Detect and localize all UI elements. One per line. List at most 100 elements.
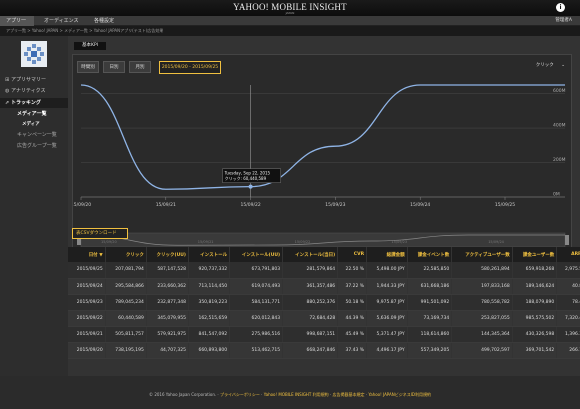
navigator-label: 15/09/23 [391,240,407,244]
sidebar: ⊞ アプリサマリー ◍ アナリティクス ⇗ トラッキング メディア一覧 メディア キャ… [0,36,68,376]
sidebar-item-campaign-list[interactable]: キャンペーン一覧 [0,131,68,140]
column-header[interactable]: 総課金額 [366,247,408,262]
copyright: © 2016 Yahoo Japan Corporation. [149,392,217,397]
table-cell: 50.18 % [337,294,368,311]
table-cell: 5,498.00 JPY [366,262,408,279]
table-cell: 361,357,486 [282,278,339,295]
table-cell: 659,918,268 [512,262,558,279]
ad-rules-link[interactable]: 広告掲載基本規定 [332,392,364,397]
x-tick-label: 15/09/25 [495,202,515,208]
sidebar-item-media-list[interactable]: メディア一覧 [0,110,68,119]
tab-settings[interactable]: 各種設定 [88,16,120,26]
table-cell: 60,440,589 [105,310,147,327]
table-row: 2015/09/21 505,811,757 579,921,975 841,547,… [68,326,580,343]
table-cell: 9,975.87 JPY [366,294,408,311]
table-header-row: 日付 ▼ クリック クリック(UU) インストール インストール(UU) インストール(当… [68,247,580,262]
table-cell: 789,045,234 [105,294,147,311]
table-cell: 345,079,955 [146,310,189,327]
column-header[interactable]: ARPU [556,247,580,262]
column-header[interactable]: 課金ユーザー数 [512,247,558,262]
table-cell: 295,584,866 [105,278,147,295]
navigator-right-handle [565,235,569,245]
navigator-label: 15/09/21 [198,240,214,244]
column-header[interactable]: インストール(当日) [282,247,339,262]
kpi-table-wrap: 日付 ▼ クリック クリック(UU) インストール インストール(UU) インストール(当… [68,247,580,367]
table-cell: 4,496.17 JPY [366,342,408,359]
table-cell: 253,827,055 [451,310,513,327]
column-header[interactable]: 課金イベント数 [407,247,453,262]
date-range-picker[interactable]: 2015/09/20 - 2015/09/25 [159,61,221,74]
tab-app-list[interactable]: アプリ一覧 [0,16,34,34]
panel-title: 基本KPI [74,42,106,50]
privacy-link[interactable]: プライバシーポリシー [220,392,260,397]
column-header[interactable]: クリック(UU) [146,247,189,262]
table-cell: 40.82 [556,278,580,295]
app-logo [21,41,47,67]
table-cell: 37.22 % [337,278,368,295]
x-tick-label: 15/09/24 [410,202,430,208]
table-cell: 2015/09/22 [68,310,106,327]
sidebar-item-app-summary[interactable]: ⊞ アプリサマリー [0,76,68,85]
monthly-button[interactable]: 月別 [129,61,151,73]
top-bar: YAHOO! MOBILE INSIGHT JAPAN i [0,0,580,16]
table-cell: 557,349,205 [407,342,453,359]
table-cell: 619,074,493 [229,278,284,295]
info-icon[interactable]: i [556,3,565,12]
business-id-link[interactable]: Yahoo! JAPANビジネスID利用規約 [368,392,431,397]
x-tick-label: 15/09/20 [73,202,91,208]
table-row: 2015/09/22 60,440,589 345,079,955 162,515,6… [68,310,580,327]
sidebar-item-label: トラッキング [11,100,41,106]
column-header[interactable]: インストール [188,247,231,262]
table-cell: 513,462,715 [229,342,284,359]
table-cell: 73,169,734 [407,310,453,327]
column-header[interactable]: 日付 ▼ [68,247,106,262]
sidebar-item-analytics[interactable]: ◍ アナリティクス [0,87,68,96]
table-cell: 2015/09/20 [68,342,106,359]
table-cell: 197,833,168 [451,278,513,295]
table-cell: 44.39 % [337,310,368,327]
daily-button[interactable]: 日別 [103,61,125,73]
y-tick-label: 0M [553,192,560,198]
terms-link[interactable]: Yahoo! MOBILE INSIGHT 利用規約 [264,392,329,397]
table-cell: 738,195,195 [105,342,147,359]
table-cell: 5,636.09 JPY [366,310,408,327]
main-content: 基本KPI 時間別 日別 月別 2015/09/20 - 2015/09/25 … [68,36,580,401]
column-header[interactable]: アクティブユーザー数 [451,247,513,262]
admin-user[interactable]: 管理者A [555,16,572,26]
sidebar-item-media[interactable]: メディア [0,121,68,130]
table-cell: 430,326,598 [512,326,558,343]
breadcrumb[interactable]: アプリ一覧 > Yahoo! JAPAN > メディア一覧 > Yahoo! J… [0,26,580,36]
table-cell: 22.50 % [337,262,368,279]
table-cell: 668,247,846 [282,342,339,359]
table-cell: 998,687,151 [282,326,339,343]
column-header[interactable]: インストール(UU) [229,247,284,262]
table-cell: 713,114,450 [188,278,231,295]
table-cell: 991,501,092 [407,294,453,311]
table-cell: 841,547,092 [188,326,231,343]
metric-select[interactable]: クリック ⌄ [536,62,565,68]
sidebar-item-tracking[interactable]: ⇗ トラッキング [0,98,68,108]
csv-download-button[interactable]: 表CSVダウンロード [72,228,128,239]
table-cell: 920,737,332 [188,262,231,279]
metric-select-label: クリック [535,63,554,68]
table-row: 2015/09/23 789,045,234 232,877,348 350,819,… [68,294,580,311]
sidebar-item-adgroup-list[interactable]: 広告グループ一覧 [0,142,68,151]
sidebar-item-label: アナリティクス [11,88,46,94]
table-body: 2015/09/25 207,081,794 587,147,528 920,737,… [68,262,580,359]
column-header[interactable]: クリック [105,247,147,262]
table-cell: 78.41 [556,294,580,311]
hourly-button[interactable]: 時間別 [77,61,99,73]
navigator-label: 15/09/24 [488,240,504,244]
table-cell: 232,877,348 [146,294,189,311]
table-cell: 45.49 % [337,326,368,343]
table-cell: 189,146,624 [512,278,558,295]
column-header[interactable]: CVR [337,247,368,262]
table-cell: 7,320.41 [556,310,580,327]
table-cell: 5,371.47 JPY [366,326,408,343]
line-chart[interactable]: 0M 200M 400M 600M Tuesday, Sep 22, 2015クリック… [73,79,573,229]
tooltip-value: クリック: 60,440,589 [225,175,267,181]
table-cell: 162,515,659 [188,310,231,327]
brand-sub: JAPAN [285,11,295,15]
tab-audience[interactable]: オーディエンス [38,16,85,26]
data-point[interactable] [248,184,253,189]
